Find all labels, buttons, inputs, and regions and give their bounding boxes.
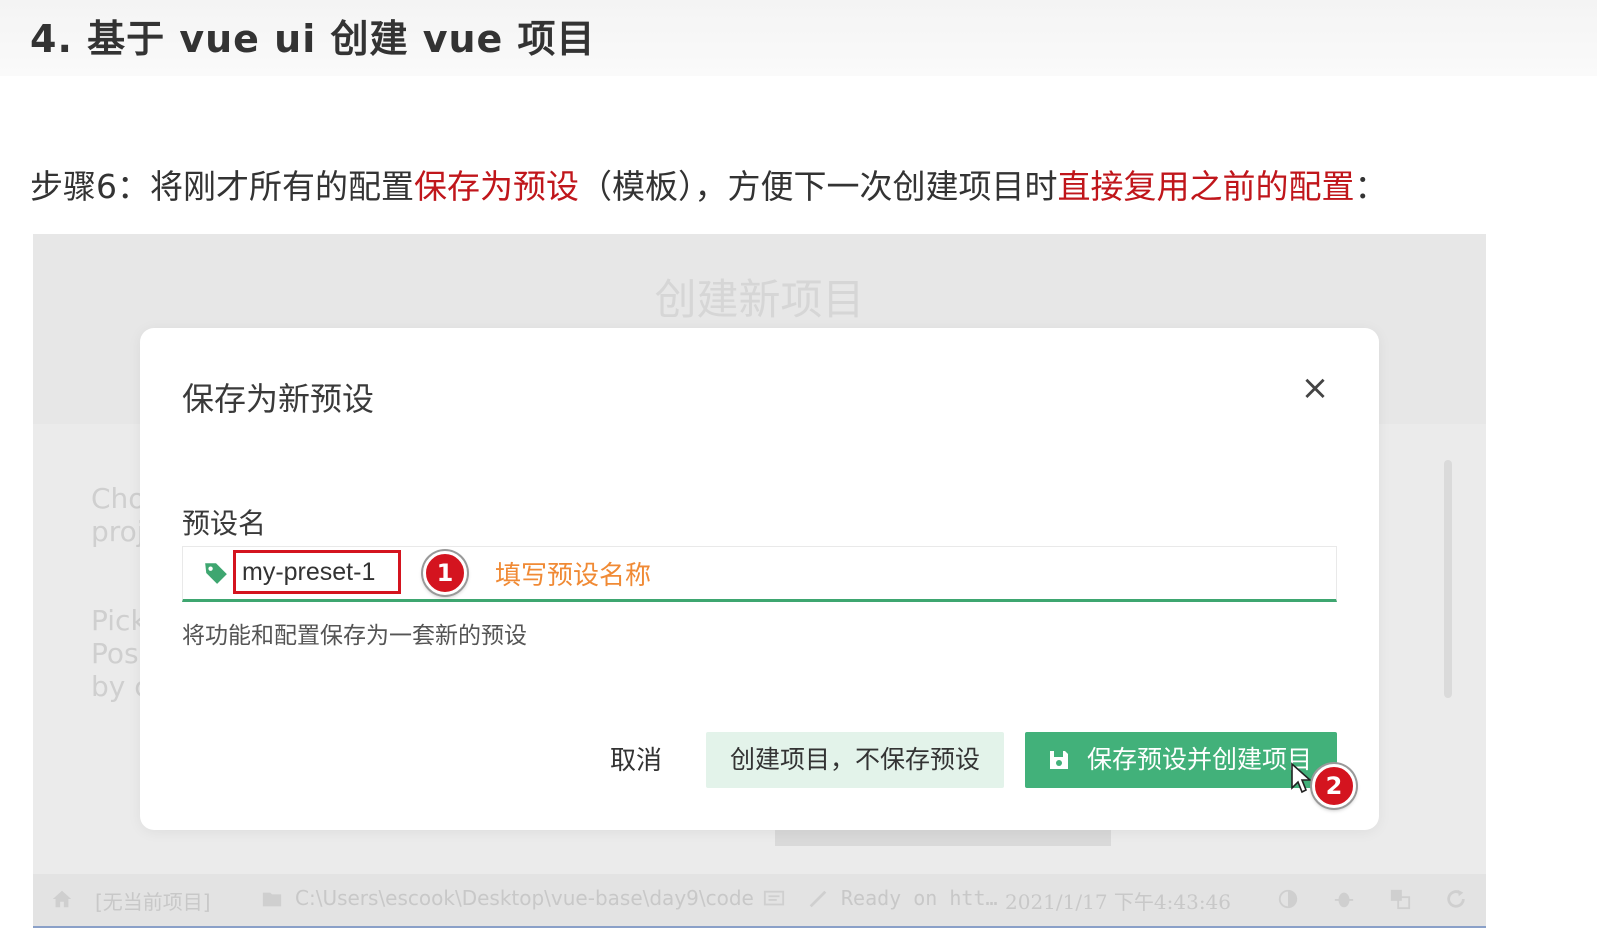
mouse-cursor-icon — [1291, 762, 1312, 794]
preset-name-label: 预设名 — [182, 507, 267, 540]
step-prefix: 步骤6：将刚才所有的配置 — [30, 167, 414, 206]
create-without-preset-button[interactable]: 创建项目，不保存预设 — [706, 732, 1004, 788]
annotation-fill-preset-name: 填写预设名称 — [495, 561, 652, 591]
step-middle: （模板），方便下一次创建项目时 — [579, 167, 1058, 206]
log-message[interactable]: Ready on htt… — [841, 886, 998, 910]
save-preset-dialog: 保存为新预设 × 预设名 1 填写预设名称 将功能和配置保存为一套新的预设 取消… — [140, 328, 1379, 830]
save-preset-and-create-label: 保存预设并创建项目 — [1087, 745, 1313, 774]
step-instruction: 步骤6：将刚才所有的配置保存为预设（模板），方便下一次创建项目时直接复用之前的配… — [30, 160, 1388, 208]
input-highlight-box — [233, 550, 401, 594]
section-heading: 4. 基于 vue ui 创建 vue 项目 — [30, 17, 596, 61]
step-highlight-save-preset: 保存为预设 — [414, 167, 579, 206]
log-icon — [807, 888, 829, 915]
dark-mode-icon[interactable] — [1277, 888, 1299, 915]
log-timestamp: 2021/1/17 下午4:43:46 — [1005, 890, 1232, 914]
refresh-icon[interactable] — [1445, 888, 1467, 915]
background-scrollbar[interactable] — [1444, 460, 1452, 698]
folder-icon — [261, 888, 283, 915]
current-project-label[interactable]: [无当前项目] — [95, 886, 211, 915]
field-helper-text: 将功能和配置保存为一套新的预设 — [182, 623, 527, 649]
background-page-title: 创建新项目 — [654, 275, 865, 324]
tag-icon — [205, 563, 227, 584]
console-icon[interactable] — [763, 888, 785, 915]
project-path[interactable]: C:\Users\escook\Desktop\vue-base\day9\co… — [295, 886, 754, 910]
step-suffix: ： — [1354, 167, 1388, 206]
step-highlight-reuse: 直接复用之前的配置 — [1057, 167, 1355, 206]
translate-icon[interactable] — [1389, 888, 1411, 915]
background-faded-text: Cho proj — [91, 482, 145, 548]
home-icon[interactable] — [51, 888, 73, 915]
preset-name-input[interactable] — [242, 557, 392, 587]
faded-line: proj — [91, 515, 145, 548]
preset-name-field[interactable]: 1 填写预设名称 — [182, 546, 1337, 602]
bug-icon[interactable] — [1333, 888, 1355, 915]
close-icon[interactable]: × — [1300, 371, 1330, 405]
dialog-title: 保存为新预设 — [182, 380, 375, 418]
faded-line: Cho — [91, 482, 146, 515]
status-bar: [无当前项目] C:\Users\escook\Desktop\vue-base… — [33, 874, 1486, 926]
annotation-badge-1: 1 — [423, 551, 467, 595]
save-icon — [1050, 751, 1068, 769]
annotation-badge-2: 2 — [1312, 764, 1356, 808]
cancel-button[interactable]: 取消 — [596, 733, 676, 789]
